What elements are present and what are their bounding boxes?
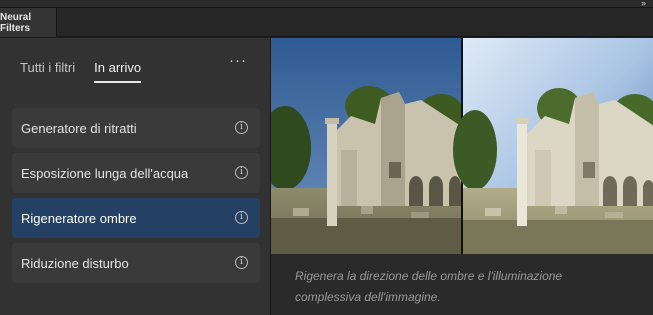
- tab-coming-soon[interactable]: In arrivo: [94, 60, 142, 83]
- info-icon[interactable]: i: [235, 256, 248, 269]
- after-image: [453, 38, 653, 254]
- filter-category-tabs: Tutti i filtri In arrivo: [20, 60, 160, 83]
- info-icon[interactable]: i: [235, 166, 248, 179]
- filter-list: Generatore di ritratti i Esposizione lun…: [12, 108, 260, 288]
- more-options-icon[interactable]: ···: [229, 52, 247, 69]
- double-chevron-right-icon[interactable]: ››: [641, 0, 646, 8]
- filter-item-long-exposure[interactable]: Esposizione lunga dell'acqua i: [12, 153, 260, 193]
- panel-top-bar: ››: [0, 0, 653, 8]
- tab-neural-filters[interactable]: Neural Filters: [0, 8, 57, 37]
- filter-item-noise-reduction[interactable]: Riduzione disturbo i: [12, 243, 260, 283]
- filter-description: Rigenera la direzione delle ombre e l'il…: [295, 269, 563, 304]
- filter-preview-panel: Rigenera la direzione delle ombre e l'il…: [270, 38, 653, 315]
- before-after-preview-image: [271, 38, 653, 254]
- info-icon[interactable]: i: [235, 121, 248, 134]
- filter-item-portrait-generator[interactable]: Generatore di ritratti i: [12, 108, 260, 148]
- filter-list-panel: Tutti i filtri In arrivo ··· Generatore …: [0, 38, 270, 315]
- panel-tab-bar: Neural Filters: [0, 8, 653, 37]
- info-icon[interactable]: i: [235, 211, 248, 224]
- filter-label: Esposizione lunga dell'acqua: [21, 165, 189, 181]
- filter-item-shadow-regenerator[interactable]: Rigeneratore ombre i: [12, 198, 260, 238]
- filter-label: Generatore di ritratti: [21, 120, 137, 136]
- filter-label: Riduzione disturbo: [21, 255, 129, 271]
- filter-label: Rigeneratore ombre: [21, 210, 137, 226]
- before-image: [271, 38, 465, 254]
- tab-all-filters[interactable]: Tutti i filtri: [20, 60, 75, 83]
